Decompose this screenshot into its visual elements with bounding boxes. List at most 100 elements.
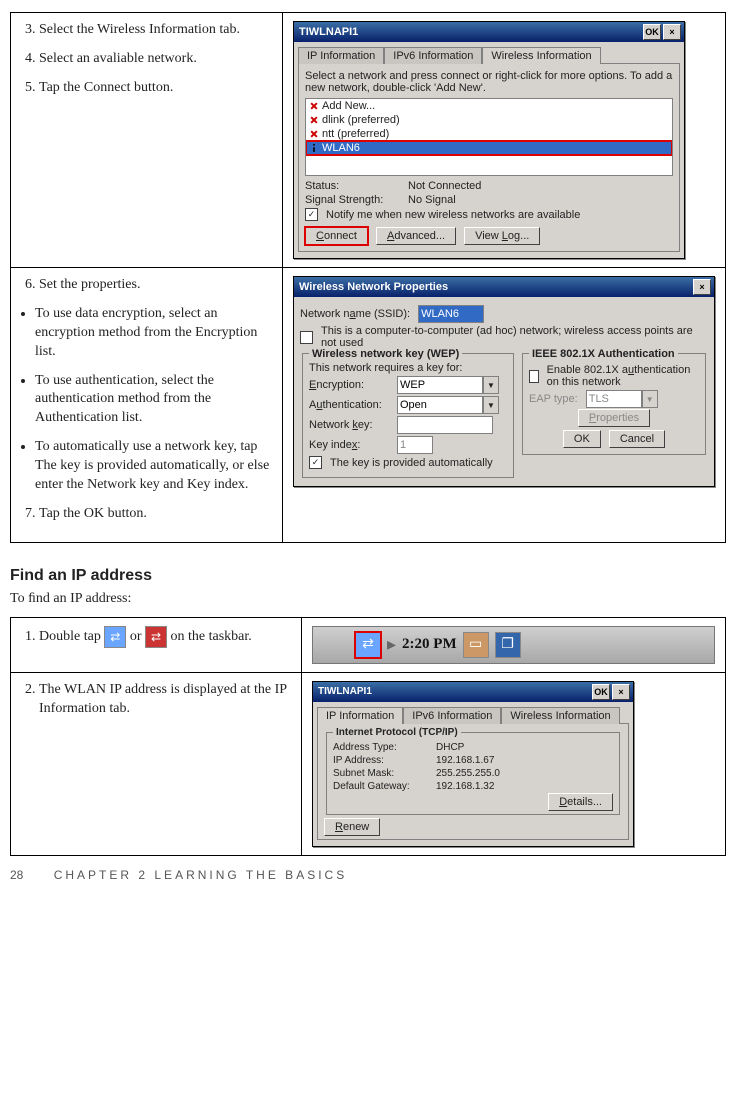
status-value: Not Connected — [408, 180, 481, 192]
page-number: 28 — [10, 868, 23, 882]
window-wnp: Wireless Network Properties × Network na… — [293, 276, 715, 487]
auth-select[interactable]: Open▼ — [397, 396, 499, 414]
step-7: Tap the OK button. — [39, 505, 272, 524]
ssid-input[interactable]: WLAN6 — [418, 305, 484, 323]
network-listbox[interactable]: Add New... dlink (preferred) ntt (prefer… — [305, 98, 673, 176]
advanced-button[interactable]: Advanced...Advanced... — [376, 227, 456, 245]
signal-label: Signal Strength: — [305, 194, 400, 206]
ok-button[interactable]: OK — [643, 24, 661, 40]
step-2: The WLAN IP address is displayed at the … — [39, 681, 291, 719]
hint-text: Select a network and press connect or ri… — [305, 70, 673, 94]
notify-checkbox[interactable]: ✓ — [305, 208, 318, 221]
auto-key-checkbox[interactable]: ✓ — [309, 456, 322, 469]
addrtype-label: Address Type: — [333, 742, 428, 753]
separator-icon: ▸ — [387, 634, 396, 655]
window-tiwlnapi1-ip: TIWLNAPI1 OK × IP Information IPv6 Infor… — [312, 681, 634, 847]
tab-ip-info[interactable]: IP Information — [298, 47, 384, 64]
bullet-authentication: To use authentication, select the authen… — [35, 372, 272, 429]
enc-label: Encryption:Encryption: — [309, 379, 389, 391]
window-title: TIWLNAPI1 — [316, 686, 590, 697]
ieee-legend: IEEE 802.1X Authentication — [529, 348, 678, 360]
tcpip-group: Internet Protocol (TCP/IP) Address Type:… — [326, 732, 620, 815]
x-icon — [310, 116, 318, 124]
cell-step-1: Double tap ⇄ or ⇄ on the taskbar. — [11, 617, 302, 672]
section-heading: Find an IP address — [10, 567, 726, 585]
signal-value: No Signal — [408, 194, 456, 206]
instruction-table-2: Double tap ⇄ or ⇄ on the taskbar. ⇄ ▸ 2:… — [10, 617, 726, 856]
close-button[interactable]: × — [663, 24, 681, 40]
subnet-value: 255.255.255.0 — [436, 768, 500, 779]
cancel-button[interactable]: Cancel — [609, 430, 665, 448]
titlebar: TIWLNAPI1 OK × — [313, 682, 633, 702]
req-label: This network requires a key for: — [309, 362, 507, 374]
titlebar: TIWLNAPI1 OK × — [294, 22, 684, 42]
tab-ipv6-info[interactable]: IPv6 Information — [384, 47, 482, 64]
tray-icon[interactable]: ▭ — [463, 632, 489, 658]
close-button[interactable]: × — [693, 279, 711, 295]
tab-wireless-info[interactable]: Wireless Information — [501, 707, 619, 724]
step-6: Set the properties. — [39, 276, 272, 295]
step-5: Tap the Connect button. — [39, 79, 272, 98]
wep-group: Wireless network key (WEP) This network … — [302, 353, 514, 478]
subnet-label: Subnet Mask: — [333, 768, 428, 779]
auth-label: Authentication:Authentication: — [309, 399, 389, 411]
key-label: Network key:Network key: — [309, 419, 389, 431]
wep-legend: Wireless network key (WEP) — [309, 348, 462, 360]
tab-strip: IP Information IPv6 Information Wireless… — [317, 706, 629, 723]
x-icon — [310, 102, 318, 110]
key-index-input[interactable]: 1 — [397, 436, 433, 454]
chapter-label: CHAPTER 2 LEARNING THE BASICS — [54, 868, 348, 882]
notify-label: Notify me when new wireless networks are… — [326, 209, 580, 221]
titlebar: Wireless Network Properties × — [294, 277, 714, 297]
ieee-group: IEEE 802.1X Authentication Enable 802.1X… — [522, 353, 706, 455]
encryption-select[interactable]: WEP▼ — [397, 376, 499, 394]
connect-button[interactable]: CConnectonnect — [305, 227, 368, 245]
taskbar-time: 2:20 PM — [402, 636, 457, 653]
tab-wireless-info[interactable]: Wireless Information — [482, 47, 600, 64]
network-tray-icon[interactable]: ⇄ — [355, 632, 381, 658]
cell-steps-6-7: Set the properties. To use data encrypti… — [11, 268, 283, 543]
details-button[interactable]: Details...Details... — [548, 793, 613, 811]
status-label: Status: — [305, 180, 400, 192]
list-item-selected: WLAN6 — [306, 141, 672, 155]
tray-icon[interactable]: ❐ — [495, 632, 521, 658]
cell-screenshot-taskbar: ⇄ ▸ 2:20 PM ▭ ❐ — [302, 617, 726, 672]
tab-strip: IP Information IPv6 Information Wireless… — [298, 46, 680, 63]
cell-screenshot-wnp: Wireless Network Properties × Network na… — [283, 268, 726, 543]
step-3: Select the Wireless Information tab. — [39, 21, 272, 40]
addrtype-value: DHCP — [436, 742, 464, 753]
renew-button[interactable]: RenewRenew — [324, 818, 380, 836]
enable-8021x-checkbox[interactable] — [529, 370, 539, 383]
bullet-network-key: To automatically use a network key, tap … — [35, 438, 272, 495]
cell-screenshot-ipinfo: TIWLNAPI1 OK × IP Information IPv6 Infor… — [302, 672, 726, 855]
step-1: Double tap ⇄ or ⇄ on the taskbar. — [39, 626, 291, 648]
adhoc-label: This is a computer-to-computer (ad hoc) … — [321, 325, 708, 349]
window-title: TIWLNAPI1 — [297, 26, 641, 38]
list-item: dlink (preferred) — [306, 113, 672, 127]
viewlog-button[interactable]: View Log...View Log... — [464, 227, 540, 245]
bullet-encryption: To use data encryption, select an encryp… — [35, 305, 272, 362]
network-key-input[interactable] — [397, 416, 493, 434]
chevron-down-icon: ▼ — [483, 396, 499, 414]
instruction-table: Select the Wireless Information tab. Sel… — [10, 12, 726, 543]
auto-key-label: The key is provided automatically — [330, 457, 493, 469]
ip-label: IP Address: — [333, 755, 428, 766]
close-button[interactable]: × — [612, 684, 630, 700]
properties-button: PropertiesProperties — [578, 409, 650, 427]
ok-button[interactable]: OK — [592, 684, 610, 700]
eap-label: EAP type: — [529, 393, 578, 405]
tab-ipv6-info[interactable]: IPv6 Information — [403, 707, 501, 724]
ok-button[interactable]: OK — [563, 430, 601, 448]
eap-select: TLS▼ — [586, 390, 658, 408]
ssid-label: Network name (SSID):Network name (SSID): — [300, 308, 410, 320]
adhoc-checkbox[interactable] — [300, 331, 313, 344]
cell-steps-3-5: Select the Wireless Information tab. Sel… — [11, 13, 283, 268]
wireless-panel: Select a network and press connect or ri… — [298, 63, 680, 252]
window-title: Wireless Network Properties — [297, 281, 691, 293]
tab-ip-info[interactable]: IP Information — [317, 707, 403, 724]
cell-screenshot-wireless-info: TIWLNAPI1 OK × IP Information IPv6 Infor… — [283, 13, 726, 268]
list-item: ntt (preferred) — [306, 127, 672, 141]
enable-8021x-label: Enable 802.1X authentication on this net… — [547, 364, 699, 388]
gateway-label: Default Gateway: — [333, 781, 428, 792]
window-tiwlnapi1: TIWLNAPI1 OK × IP Information IPv6 Infor… — [293, 21, 685, 259]
